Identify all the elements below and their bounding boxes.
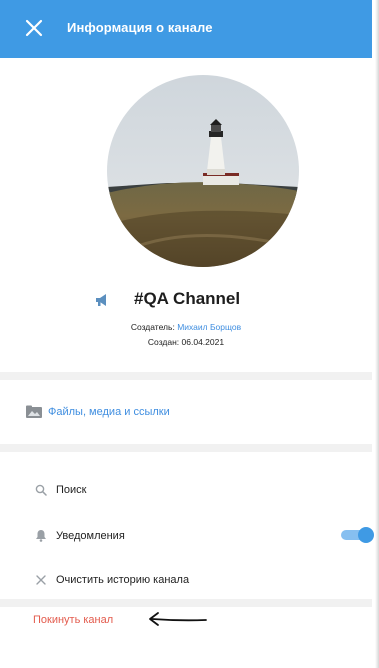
panel-edge-shadow — [375, 0, 379, 668]
close-icon[interactable] — [24, 18, 44, 38]
header-title: Информация о канале — [67, 20, 213, 35]
media-folder-icon — [26, 405, 42, 418]
section-divider — [0, 599, 372, 607]
notifications-label: Уведомления — [56, 529, 125, 542]
section-divider — [0, 444, 372, 452]
megaphone-icon — [96, 294, 106, 306]
notifications-row[interactable]: Уведомления — [35, 529, 125, 542]
channel-avatar[interactable] — [107, 75, 299, 267]
creator-name-link[interactable]: Михаил Борщов — [177, 322, 241, 332]
created-label: Создан: — [147, 337, 180, 347]
search-button[interactable]: Поиск — [35, 484, 86, 496]
search-label: Поиск — [56, 484, 87, 496]
created-date: 06.04.2021 — [181, 337, 225, 347]
files-media-links-button[interactable]: Файлы, медиа и ссылки — [25, 405, 170, 419]
creator-label: Создатель: — [130, 322, 175, 332]
bell-icon — [36, 530, 46, 542]
arrow-left-icon — [149, 612, 207, 626]
clear-history-label: Очистить историю канала — [56, 574, 190, 586]
search-icon — [35, 484, 47, 496]
channel-created: Создан: 06.04.2021 — [0, 337, 372, 347]
close-icon — [36, 575, 46, 585]
header-bar: Информация о канале — [0, 0, 372, 58]
notifications-toggle[interactable] — [341, 527, 374, 543]
section-divider — [0, 372, 372, 380]
channel-creator: Создатель: Михаил Борщов — [0, 322, 372, 332]
clear-history-button[interactable]: Очистить историю канала — [35, 574, 189, 586]
leave-channel-button[interactable]: Покинуть канал — [33, 614, 113, 626]
toggle-knob — [358, 527, 374, 543]
files-media-links-label: Файлы, медиа и ссылки — [48, 406, 170, 418]
channel-name: #QA Channel — [134, 289, 241, 308]
